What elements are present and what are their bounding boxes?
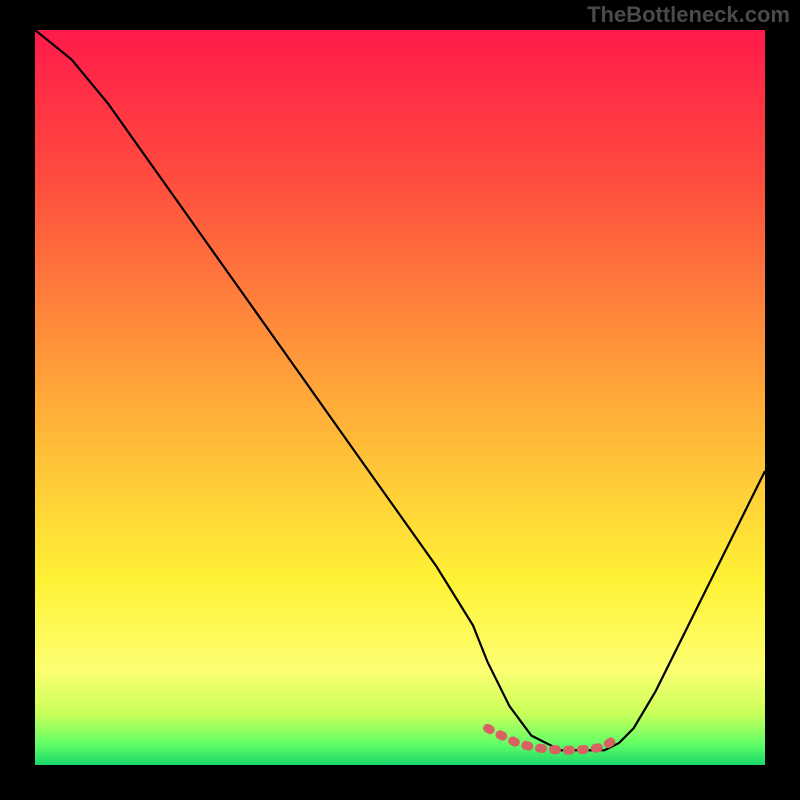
chart-svg bbox=[35, 30, 765, 765]
chart-plot-area bbox=[35, 30, 765, 765]
watermark-text: TheBottleneck.com bbox=[587, 2, 790, 28]
chart-background bbox=[35, 30, 765, 765]
